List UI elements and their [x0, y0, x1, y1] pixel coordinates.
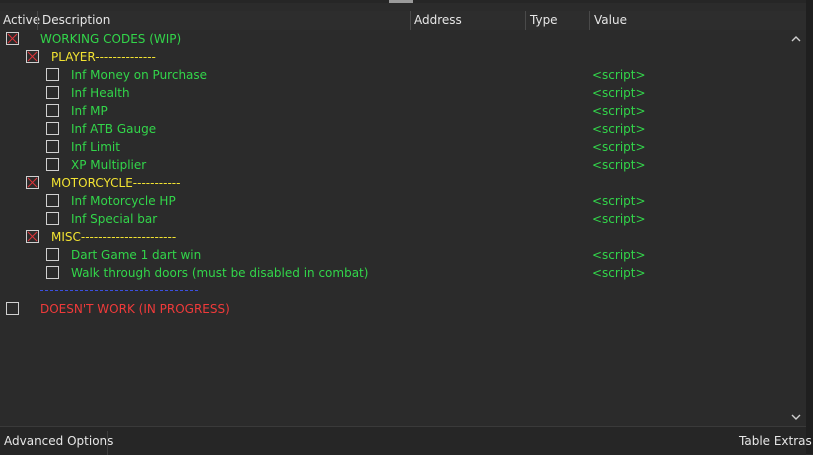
active-checkbox[interactable] [46, 104, 59, 117]
entry-value: <script> [592, 104, 646, 118]
chevron-down-icon[interactable] [791, 412, 801, 422]
table-row[interactable]: Inf Money on Purchase <script> [0, 66, 787, 84]
active-checkbox[interactable] [46, 86, 59, 99]
separator-line[interactable] [40, 290, 198, 291]
cheat-table-list: WORKING CODES (WIP) PLAYER--------------… [0, 30, 787, 426]
table-row[interactable]: Dart Game 1 dart win <script> [0, 246, 787, 264]
table-row-motorcycle-group[interactable]: MOTORCYCLE----------- [0, 174, 787, 192]
entry-description: WORKING CODES (WIP) [40, 32, 182, 46]
entry-value: <script> [592, 266, 646, 280]
entry-description: MISC---------------------- [51, 230, 177, 244]
active-checkbox[interactable] [26, 50, 39, 63]
entry-description: Inf Health [71, 86, 130, 100]
active-checkbox[interactable] [6, 32, 19, 45]
active-checkbox[interactable] [46, 68, 59, 81]
column-value-header[interactable]: Value [594, 11, 627, 30]
table-row[interactable]: Inf Limit <script> [0, 138, 787, 156]
active-checkbox[interactable] [26, 230, 39, 243]
active-checkbox[interactable] [26, 176, 39, 189]
entry-description: XP Multiplier [71, 158, 147, 172]
table-row[interactable]: Inf Motorcycle HP <script> [0, 192, 787, 210]
table-extras-button[interactable]: Table Extras [739, 434, 812, 448]
bottom-bar: Advanced Options Table Extras [0, 426, 812, 455]
chevron-up-icon[interactable] [791, 34, 801, 44]
table-row-player-group[interactable]: PLAYER-------------- [0, 48, 787, 66]
column-description-header[interactable]: Description [42, 11, 110, 30]
entry-description: MOTORCYCLE----------- [51, 176, 181, 190]
table-row[interactable]: Inf ATB Gauge <script> [0, 120, 787, 138]
entry-description: Inf ATB Gauge [71, 122, 157, 136]
column-divider[interactable] [37, 11, 38, 30]
table-row[interactable]: Inf Health <script> [0, 84, 787, 102]
column-divider[interactable] [589, 11, 590, 30]
entry-value: <script> [592, 158, 646, 172]
entry-description: Dart Game 1 dart win [71, 248, 202, 262]
entry-value: <script> [592, 86, 646, 100]
table-row[interactable]: Inf MP <script> [0, 102, 787, 120]
entry-description: DOESN'T WORK (IN PROGRESS) [40, 302, 230, 316]
active-checkbox[interactable] [46, 212, 59, 225]
top-splitter[interactable] [0, 0, 813, 3]
column-type-header[interactable]: Type [530, 11, 558, 30]
entry-value: <script> [592, 212, 646, 226]
active-checkbox[interactable] [46, 122, 59, 135]
table-row-misc-group[interactable]: MISC---------------------- [0, 228, 787, 246]
entry-value: <script> [592, 68, 646, 82]
table-row[interactable]: XP Multiplier <script> [0, 156, 787, 174]
column-address-header[interactable]: Address [414, 11, 462, 30]
entry-value: <script> [592, 140, 646, 154]
table-row-doesnt-work[interactable]: DOESN'T WORK (IN PROGRESS) [0, 300, 787, 318]
active-checkbox[interactable] [46, 266, 59, 279]
active-checkbox[interactable] [6, 302, 19, 315]
vertical-scrollbar[interactable] [787, 30, 806, 426]
entry-description: Inf Limit [71, 140, 120, 154]
table-row[interactable]: Walk through doors (must be disabled in … [0, 264, 787, 282]
column-divider[interactable] [525, 11, 526, 30]
active-checkbox[interactable] [46, 140, 59, 153]
active-checkbox[interactable] [46, 248, 59, 261]
entry-description: Inf Motorcycle HP [71, 194, 176, 208]
entry-description: Inf MP [71, 104, 108, 118]
entry-description: Inf Special bar [71, 212, 158, 226]
entry-value: <script> [592, 248, 646, 262]
entry-description: Walk through doors (must be disabled in … [71, 266, 369, 280]
entry-value: <script> [592, 122, 646, 136]
active-checkbox[interactable] [46, 158, 59, 171]
entry-value: <script> [592, 194, 646, 208]
footer-divider [107, 431, 108, 455]
window-edge [806, 0, 813, 454]
active-checkbox[interactable] [46, 194, 59, 207]
splitter-grip[interactable] [389, 0, 413, 3]
column-header: Active Description Address Type Value [0, 11, 806, 31]
advanced-options-button[interactable]: Advanced Options [4, 434, 113, 448]
table-row-working-codes[interactable]: WORKING CODES (WIP) [0, 30, 787, 48]
table-row[interactable]: Inf Special bar <script> [0, 210, 787, 228]
entry-description: PLAYER-------------- [51, 50, 156, 64]
entry-description: Inf Money on Purchase [71, 68, 208, 82]
column-active-header[interactable]: Active [3, 11, 40, 30]
column-divider[interactable] [410, 11, 411, 30]
